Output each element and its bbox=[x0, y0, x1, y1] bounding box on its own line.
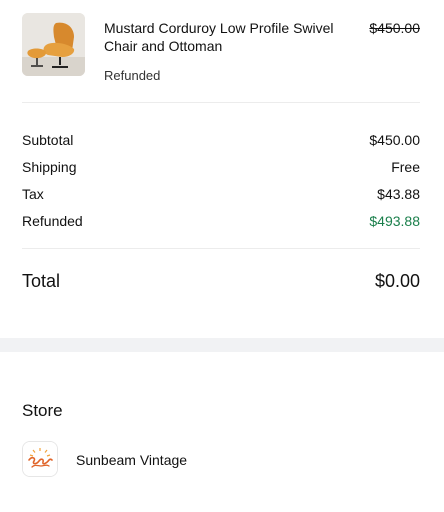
subtotal-label: Subtotal bbox=[22, 132, 74, 148]
line-item[interactable]: Mustard Corduroy Low Profile Swivel Chai… bbox=[22, 13, 420, 83]
subtotal-row: Subtotal $450.00 bbox=[22, 131, 420, 149]
divider bbox=[22, 248, 420, 249]
total-label: Total bbox=[22, 271, 61, 291]
total-value: $0.00 bbox=[374, 271, 420, 291]
store-logo-icon[interactable] bbox=[22, 441, 58, 477]
store-heading: Store bbox=[22, 401, 63, 420]
tax-row: Tax $43.88 bbox=[22, 185, 420, 203]
subtotal-value: $450.00 bbox=[369, 132, 420, 148]
store-name[interactable]: Sunbeam Vintage bbox=[76, 451, 187, 469]
product-thumbnail[interactable] bbox=[22, 13, 85, 76]
shipping-label: Shipping bbox=[22, 159, 77, 175]
refunded-label: Refunded bbox=[22, 213, 83, 229]
order-summary-card: Mustard Corduroy Low Profile Swivel Chai… bbox=[0, 0, 444, 338]
product-name[interactable]: Mustard Corduroy Low Profile Swivel Chai… bbox=[104, 19, 352, 55]
total-row: Total $0.00 bbox=[22, 269, 420, 293]
section-separator bbox=[0, 338, 444, 352]
item-price: $450.00 bbox=[369, 20, 420, 36]
refunded-value: $493.88 bbox=[369, 213, 420, 229]
chair-image-icon bbox=[22, 13, 85, 76]
shipping-row: Shipping Free bbox=[22, 158, 420, 176]
item-status: Refunded bbox=[104, 68, 161, 83]
tax-value: $43.88 bbox=[377, 186, 420, 202]
order-status-page: Mustard Corduroy Low Profile Swivel Chai… bbox=[0, 0, 444, 512]
refunded-row: Refunded $493.88 bbox=[22, 212, 420, 230]
shipping-value: Free bbox=[391, 159, 420, 175]
tax-label: Tax bbox=[22, 186, 44, 202]
store-card: Store Sunbeam Vintage bbox=[0, 352, 444, 512]
divider bbox=[22, 102, 420, 103]
